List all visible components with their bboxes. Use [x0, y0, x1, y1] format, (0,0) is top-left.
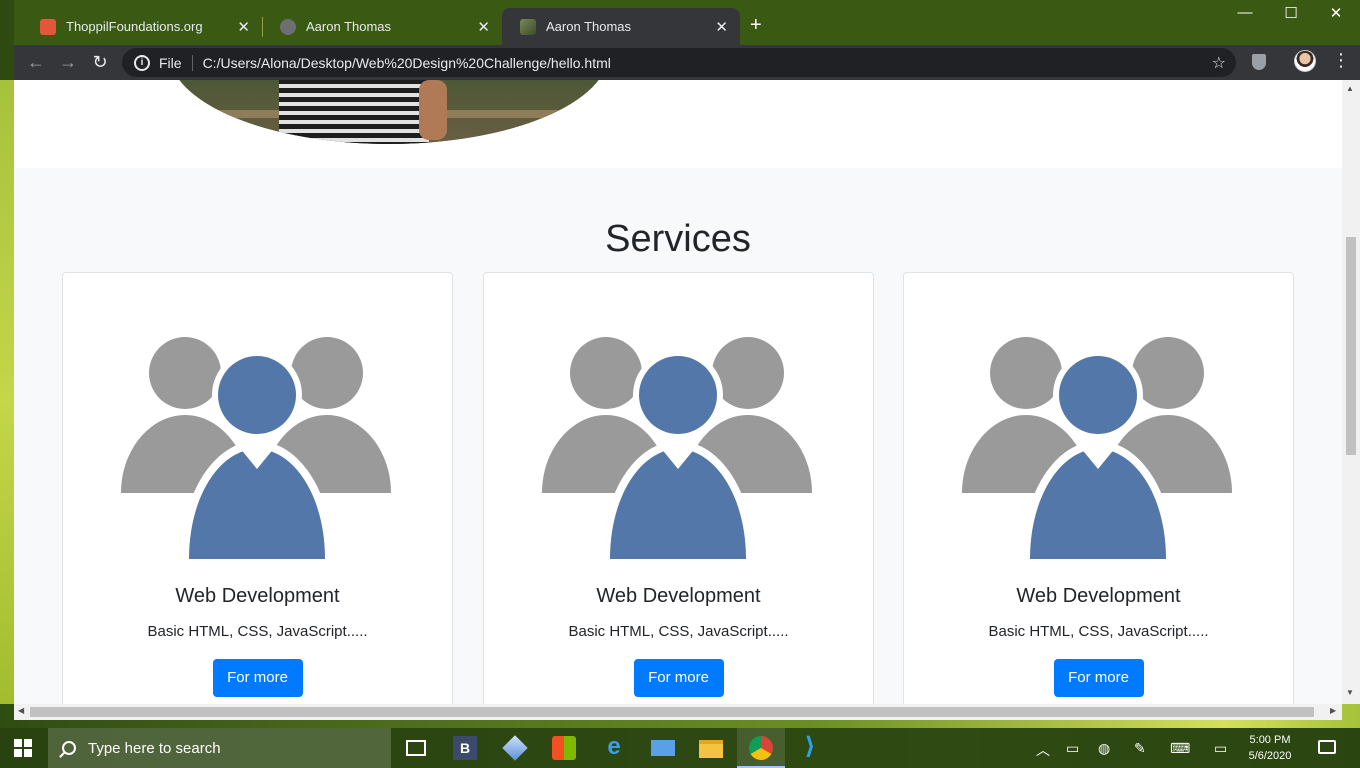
card-text: Basic HTML, CSS, JavaScript.....	[988, 623, 1209, 640]
tab-aaron-1[interactable]: Aaron Thomas ✕	[262, 8, 502, 45]
users-group-icon	[542, 337, 812, 561]
tab-title: Aaron Thomas	[546, 19, 632, 34]
card-text: Basic HTML, CSS, JavaScript.....	[147, 623, 368, 640]
page-viewport: Services Web Development Basic HTML, CSS…	[14, 80, 1342, 704]
horizontal-scrollbar[interactable]: ◀ ▶	[14, 704, 1342, 720]
store-icon[interactable]	[552, 736, 576, 760]
globe-icon	[280, 18, 296, 35]
info-icon[interactable]: i	[134, 54, 150, 71]
address-bar[interactable]: i File C:/Users/Alona/Desktop/Web%20Desi…	[122, 48, 1236, 77]
minimize-button[interactable]: —	[1222, 4, 1268, 21]
users-group-icon	[121, 337, 391, 561]
notification-center-icon[interactable]	[1318, 740, 1336, 754]
search-icon	[62, 741, 76, 755]
services-section: Services Web Development Basic HTML, CSS…	[14, 168, 1342, 704]
close-tab-icon[interactable]: ✕	[477, 18, 490, 36]
kebab-menu-icon[interactable]: ⋮	[1332, 50, 1350, 71]
file-explorer-icon[interactable]	[699, 740, 723, 758]
for-more-button[interactable]: For more	[1053, 659, 1144, 697]
extension-shield-icon[interactable]	[1252, 54, 1266, 70]
scroll-right-arrow-icon[interactable]: ▶	[1330, 706, 1336, 715]
pen-icon[interactable]: ✎	[1134, 740, 1146, 757]
service-card: Web Development Basic HTML, CSS, JavaScr…	[483, 272, 874, 704]
vertical-scroll-thumb[interactable]	[1346, 237, 1356, 455]
tab-title: ThoppilFoundations.org	[66, 19, 203, 34]
tab-thoppil[interactable]: ThoppilFoundations.org ✕	[22, 8, 262, 45]
vertical-scrollbar[interactable]: ▲ ▼	[1342, 80, 1360, 704]
star-icon[interactable]: ☆	[1212, 53, 1226, 73]
clock-time: 5:00 PM	[1249, 734, 1291, 746]
battery-icon[interactable]: ▭	[1066, 740, 1079, 757]
services-title: Services	[605, 218, 751, 260]
close-window-button[interactable]: ✕	[1313, 4, 1359, 22]
photo-favicon-icon	[520, 18, 536, 35]
3d-box-icon[interactable]	[502, 735, 528, 761]
search-placeholder: Type here to search	[88, 739, 221, 757]
card-title: Web Development	[596, 585, 761, 607]
back-arrow-icon[interactable]: ←	[24, 51, 48, 75]
network-globe-icon[interactable]: ◍	[1098, 740, 1110, 757]
task-view-icon[interactable]	[406, 740, 426, 756]
profile-avatar[interactable]	[1294, 50, 1316, 72]
scroll-left-arrow-icon[interactable]: ◀	[18, 706, 24, 715]
desktop-wallpaper-edge	[0, 80, 14, 720]
tab-title: Aaron Thomas	[306, 19, 392, 34]
windows-taskbar: Type here to search B e ⟩ ︿ ▭ ◍ ✎ ⌨ ▭ 5:…	[0, 728, 1360, 768]
scroll-down-arrow-icon[interactable]: ▼	[1346, 688, 1354, 697]
url-scheme-label: File	[159, 54, 182, 71]
taskbar-search-box[interactable]: Type here to search	[48, 728, 391, 768]
for-more-button[interactable]: For more	[212, 659, 303, 697]
show-hidden-icons-chevron-icon[interactable]: ︿	[1036, 740, 1050, 760]
chrome-icon[interactable]	[749, 736, 773, 760]
thoppil-favicon-icon	[40, 18, 56, 35]
windows-start-icon[interactable]	[14, 739, 32, 757]
new-tab-button[interactable]: +	[750, 14, 762, 37]
horizontal-scroll-thumb[interactable]	[30, 707, 1314, 717]
service-card: Web Development Basic HTML, CSS, JavaScr…	[62, 272, 453, 704]
maximize-button[interactable]: ☐	[1268, 4, 1314, 22]
tab-strip: ThoppilFoundations.org ✕ Aaron Thomas ✕ …	[14, 0, 1360, 45]
url-text[interactable]: C:/Users/Alona/Desktop/Web%20Design%20Ch…	[203, 55, 611, 71]
hero-section	[14, 80, 1342, 168]
mail-icon[interactable]	[651, 740, 675, 756]
close-tab-icon[interactable]: ✕	[237, 18, 250, 36]
edge-icon[interactable]: e	[602, 735, 626, 760]
browser-toolbar: ← → ↻ i File C:/Users/Alona/Desktop/Web%…	[14, 45, 1360, 80]
forward-arrow-icon[interactable]: →	[56, 51, 80, 75]
card-title: Web Development	[1016, 585, 1181, 607]
card-title: Web Development	[175, 585, 340, 607]
close-tab-icon[interactable]: ✕	[715, 18, 728, 36]
omnibox-divider	[191, 54, 193, 71]
reload-icon[interactable]: ↻	[88, 51, 112, 75]
scroll-up-arrow-icon[interactable]: ▲	[1346, 84, 1354, 93]
users-group-icon	[962, 337, 1232, 561]
service-card: Web Development Basic HTML, CSS, JavaScr…	[903, 272, 1294, 704]
card-text: Basic HTML, CSS, JavaScript.....	[568, 623, 789, 640]
keyboard-icon[interactable]: ⌨	[1170, 740, 1190, 757]
touch-keyboard-icon[interactable]: ▭	[1214, 740, 1227, 757]
taskbar-clock[interactable]: 5:00 PM 5/6/2020	[1244, 732, 1296, 764]
bold-app-icon[interactable]: B	[453, 736, 477, 760]
vscode-icon[interactable]: ⟩	[798, 735, 822, 760]
tab-aaron-active[interactable]: Aaron Thomas ✕	[502, 8, 740, 45]
for-more-button[interactable]: For more	[633, 659, 724, 697]
clock-date: 5/6/2020	[1248, 750, 1292, 762]
profile-photo	[169, 80, 609, 144]
